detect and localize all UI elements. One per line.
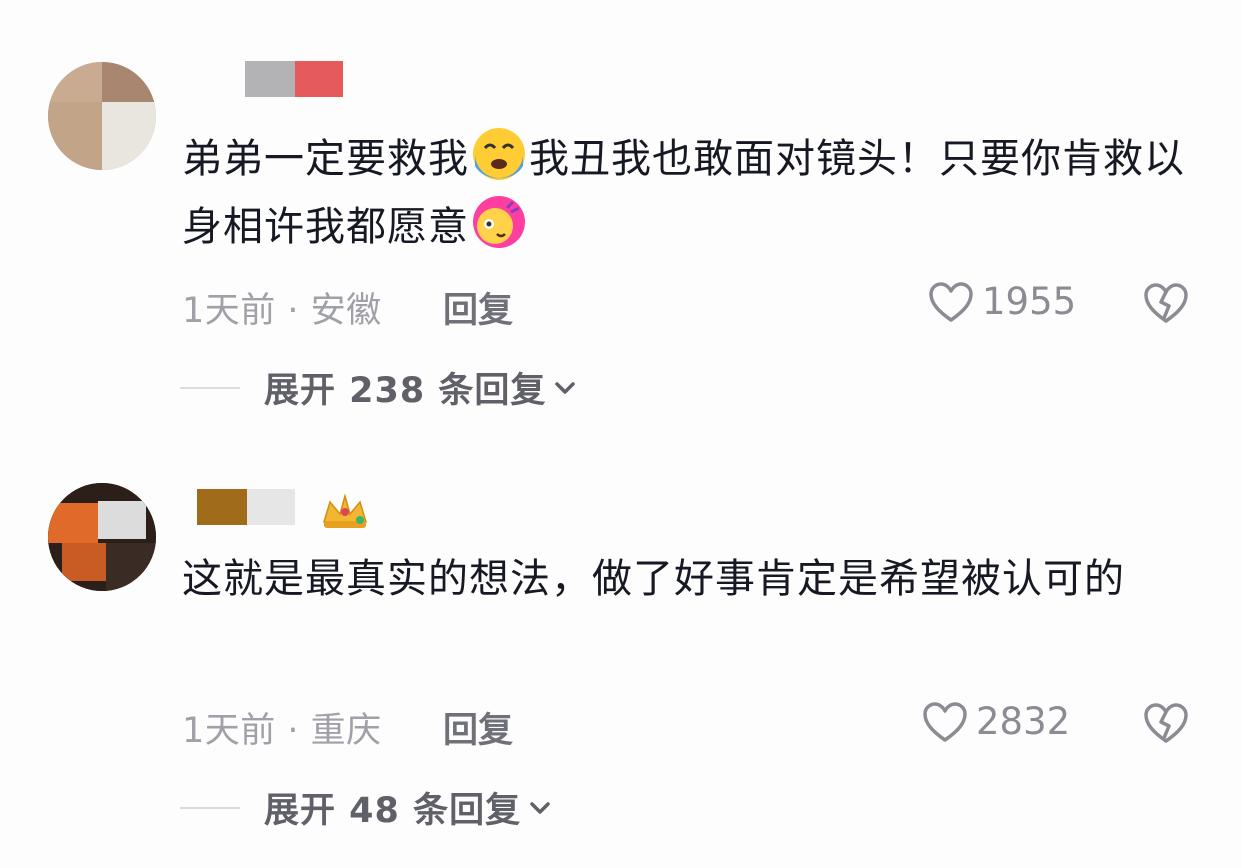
expand-replies-button[interactable]: 展开 48 条回复 <box>180 782 553 833</box>
comment-meta: 1天前 · 重庆 <box>182 702 382 753</box>
meta-separator: · <box>275 291 311 331</box>
like-button[interactable]: 2832 <box>922 700 1070 743</box>
expand-replies-label: 展开 238 条回复 <box>264 371 547 411</box>
divider <box>180 806 240 809</box>
expand-replies-button[interactable]: 展开 238 条回复 <box>180 362 578 413</box>
comment-time: 1天前 <box>182 711 276 751</box>
crying-face-emoji-icon <box>473 128 525 180</box>
comment-location: 安徽 <box>310 291 382 331</box>
comment-text: 弟弟一定要救我 我丑我也敢面对镜头！只要你肯救以身相许我都愿意 <box>182 125 1192 261</box>
fan-girl-emoji-icon <box>473 196 525 248</box>
like-button[interactable]: 1955 <box>928 280 1076 323</box>
reply-button[interactable]: 回复 <box>443 282 513 333</box>
like-count: 2832 <box>976 700 1071 743</box>
heart-icon <box>929 281 973 322</box>
crown-badge-icon <box>322 493 368 528</box>
reply-button[interactable]: 回复 <box>443 702 513 753</box>
avatar[interactable] <box>48 483 156 591</box>
expand-replies-label: 展开 48 条回复 <box>264 791 522 831</box>
divider <box>180 386 240 389</box>
broken-heart-icon[interactable] <box>1143 702 1189 744</box>
broken-heart-icon[interactable] <box>1143 282 1189 324</box>
heart-icon <box>923 701 967 742</box>
meta-separator: · <box>275 711 311 751</box>
comment-meta: 1天前 · 安徽 <box>182 282 382 333</box>
comment-text: 这就是最真实的想法，做了好事肯定是希望被认可的 <box>182 556 1125 602</box>
chevron-down-icon <box>555 381 576 394</box>
username-redacted[interactable] <box>197 489 295 525</box>
username-redacted[interactable] <box>245 61 343 97</box>
comment-time: 1天前 <box>182 291 276 331</box>
like-count: 1955 <box>982 280 1077 323</box>
comment-location: 重庆 <box>310 711 382 751</box>
avatar[interactable] <box>48 62 156 170</box>
chevron-down-icon <box>530 801 550 814</box>
